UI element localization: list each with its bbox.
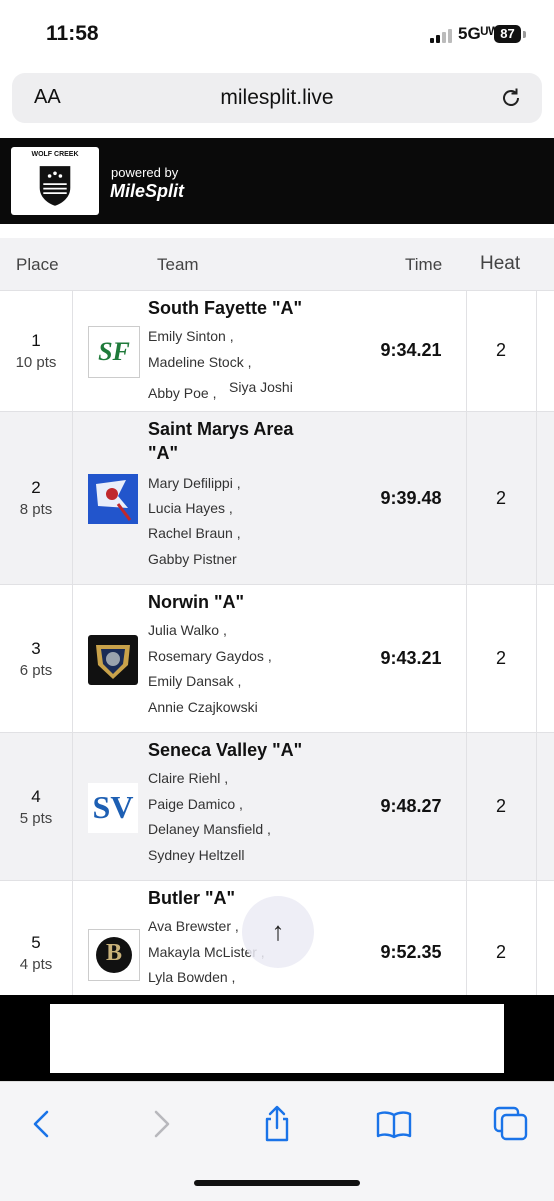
heat-cell: 2 [495, 488, 506, 508]
time-cell: 9:48.27 [380, 796, 442, 816]
share-icon[interactable] [257, 1104, 297, 1144]
time-cell: 9:39.48 [380, 488, 442, 508]
ad-slot[interactable] [50, 1004, 504, 1073]
team-name-line1[interactable]: Saint Marys Area [148, 418, 348, 441]
runner-name[interactable]: Paige Damico , [148, 796, 243, 812]
place-number: 4 [31, 787, 41, 806]
runner-name[interactable]: Lyla Bowden , [148, 969, 235, 985]
header-time: Time [405, 255, 443, 274]
runner-name[interactable]: Ava Brewster , [148, 918, 239, 934]
team-name-line2[interactable]: "A" [148, 442, 348, 465]
status-bar: 11:58 5Gᵁᵂ 87 [0, 0, 554, 66]
flag-icon [96, 480, 132, 521]
site-banner: WOLF CREEK powered by MileSplit [0, 138, 554, 224]
place-number: 3 [31, 639, 41, 658]
runner-name[interactable]: Sydney Heltzell [148, 847, 245, 863]
place-cell: 1 10 pts [0, 331, 72, 371]
address-bar[interactable]: AA milesplit.live [12, 73, 542, 123]
place-points: 4 pts [19, 956, 53, 973]
status-time: 11:58 [46, 22, 99, 45]
table-row[interactable]: 4 5 pts SV Seneca Valley "A" Claire Rieh… [0, 732, 554, 881]
runner-name[interactable]: Siya Joshi [229, 379, 293, 395]
runner-name[interactable]: Madeline Stock , [148, 354, 252, 370]
bookmarks-icon[interactable] [374, 1104, 414, 1144]
place-cell: 4 5 pts [0, 787, 72, 827]
place-cell: 3 6 pts [0, 639, 72, 679]
signal-icon [430, 29, 452, 43]
place-number: 2 [31, 478, 41, 497]
heat-cell: 2 [495, 340, 506, 360]
table-row[interactable]: 3 6 pts Norwin "A" Julia Walko , Rosemar… [0, 584, 554, 733]
badge-text: B [105, 940, 122, 966]
team-logo-south-fayette: SF [88, 326, 140, 378]
runner-name[interactable]: Lucia Hayes , [148, 500, 233, 516]
time-cell: 9:43.21 [380, 648, 442, 668]
place-cell: 2 8 pts [0, 478, 72, 518]
url-text[interactable]: milesplit.live [12, 86, 542, 110]
scroll-to-top-button[interactable]: ↑ [242, 896, 314, 968]
runner-name[interactable]: Mary Defilippi , [148, 475, 241, 491]
home-indicator [194, 1180, 360, 1186]
place-points: 8 pts [19, 501, 53, 518]
table-header: Place Team Time Heat [0, 238, 554, 290]
back-icon[interactable] [22, 1104, 62, 1144]
team-logo-butler: B [88, 929, 140, 981]
runner-name[interactable]: Claire Riehl , [148, 770, 228, 786]
team-logo-norwin [88, 635, 138, 685]
place-cell: 5 4 pts [0, 933, 72, 973]
team-name[interactable]: Norwin "A" [148, 591, 348, 614]
badge-text: SV [92, 789, 134, 825]
team-logo-saint-marys [88, 474, 138, 524]
battery-icon: 87 [494, 25, 521, 43]
runner-name[interactable]: Abby Poe , [148, 385, 217, 401]
header-team: Team [157, 255, 199, 274]
runner-name[interactable]: Emily Dansak , [148, 673, 241, 689]
place-points: 10 pts [15, 354, 57, 371]
heat-cell: 2 [495, 648, 506, 668]
team-name[interactable]: South Fayette "A" [148, 297, 348, 320]
logo-text: WOLF CREEK [31, 151, 79, 158]
runner-name[interactable]: Annie Czajkowski [148, 699, 258, 715]
runner-name[interactable]: Rachel Braun , [148, 525, 241, 541]
table-row[interactable]: 1 10 pts SF South Fayette "A" Emily Sint… [0, 290, 554, 412]
runner-name[interactable]: Rosemary Gaydos , [148, 648, 272, 664]
reload-icon[interactable] [498, 85, 524, 111]
time-cell: 9:34.21 [380, 340, 442, 360]
place-points: 5 pts [19, 810, 53, 827]
powered-by-text: powered by [111, 165, 179, 180]
arrow-up-icon: ↑ [271, 916, 285, 946]
heat-cell: 2 [495, 942, 506, 962]
runner-name[interactable]: Delaney Mansfield , [148, 821, 271, 837]
runner-name[interactable]: Julia Walko , [148, 622, 227, 638]
shield-icon [39, 166, 71, 206]
team-name[interactable]: Butler "A" [148, 887, 348, 910]
tabs-icon[interactable] [491, 1104, 531, 1144]
forward-icon[interactable] [141, 1104, 181, 1144]
heat-cell: 2 [495, 796, 506, 816]
place-number: 5 [31, 933, 41, 952]
runner-name[interactable]: Gabby Pistner [148, 551, 237, 567]
milesplit-brand[interactable]: MileSplit [110, 181, 184, 202]
ad-banner-area [0, 995, 554, 1081]
badge-text: SF [98, 337, 130, 366]
team-name[interactable]: Seneca Valley "A" [148, 739, 348, 762]
team-logo-seneca-valley: SV [88, 783, 138, 833]
place-points: 6 pts [19, 662, 53, 679]
network-label: 5Gᵁᵂ [458, 24, 499, 43]
time-cell: 9:52.35 [380, 942, 442, 962]
battery-tip [523, 31, 526, 38]
knight-icon [96, 645, 130, 679]
wolf-creek-logo[interactable]: WOLF CREEK [11, 147, 99, 215]
place-number: 1 [31, 331, 41, 350]
results-table: Place Team Time Heat 1 10 pts SF South F… [0, 238, 554, 995]
table-row[interactable]: 2 8 pts Saint Marys Area "A" Mary Defili… [0, 411, 554, 585]
header-place: Place [16, 255, 59, 274]
runner-name[interactable]: Emily Sinton , [148, 328, 234, 344]
header-heat: Heat [480, 253, 521, 274]
